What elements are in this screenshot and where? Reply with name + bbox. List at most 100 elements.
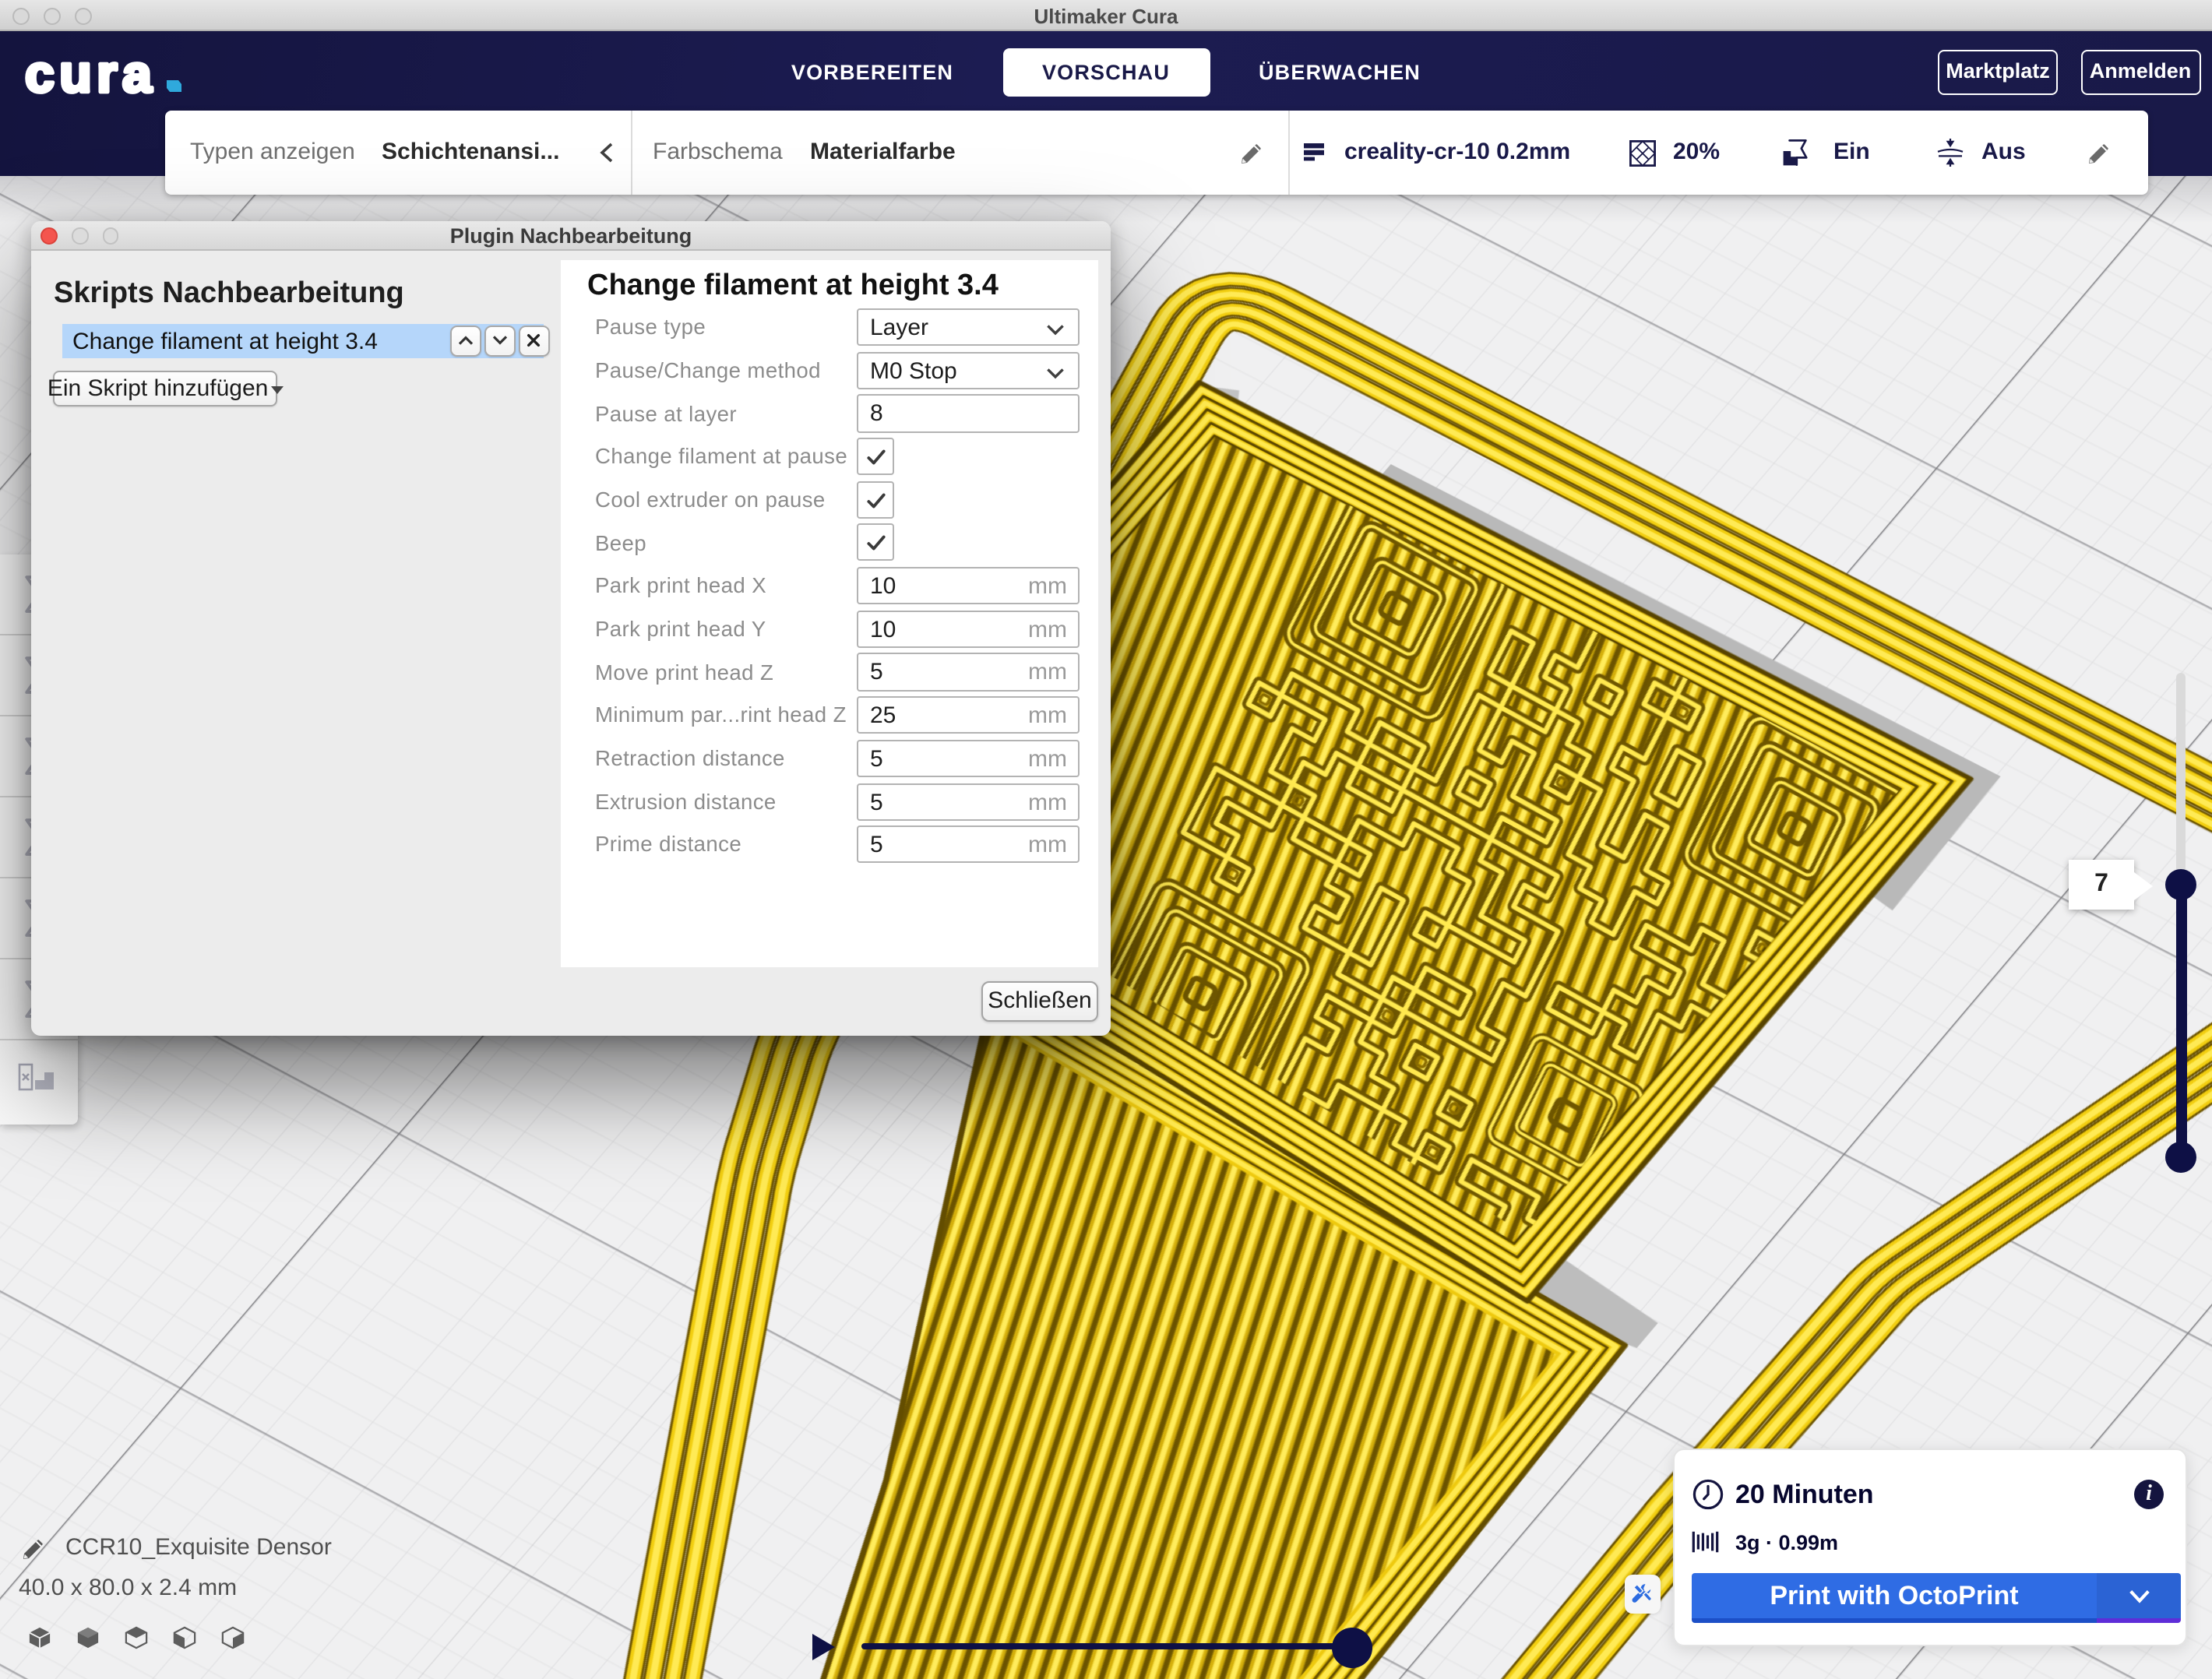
unit-label: mm	[1028, 746, 1067, 773]
layer-slider-range[interactable]	[2175, 885, 2186, 1157]
model-cube-icon[interactable]	[28, 1626, 51, 1649]
color-scheme-value[interactable]: Materialfarbe	[810, 111, 956, 194]
support-icon	[1781, 139, 1810, 167]
setting-label: Retraction distance	[595, 747, 785, 770]
chevron-left-icon[interactable]	[598, 142, 614, 164]
view-type-value[interactable]: Schichtenansi...	[382, 111, 559, 194]
layer-slider-lower-handle[interactable]	[2165, 1142, 2196, 1173]
signin-button[interactable]: Anmelden	[2080, 50, 2200, 95]
view-toolbar: Typen anzeigen Schichtenansi... Farbsche…	[165, 111, 2148, 194]
chevron-up-icon	[458, 336, 474, 347]
unit-label: mm	[1028, 617, 1067, 643]
scripts-heading: Skripts Nachbearbeitung	[54, 277, 404, 312]
setting-checkbox[interactable]	[856, 438, 893, 475]
tab-preview[interactable]: VORSCHAU	[1002, 48, 1210, 96]
remove-script-button[interactable]	[519, 326, 549, 356]
setting-label: Extrusion distance	[595, 790, 777, 813]
model-cube-icon[interactable]	[173, 1626, 196, 1649]
color-scheme-label: Farbschema	[653, 111, 783, 194]
pencil-icon[interactable]	[1240, 140, 1265, 165]
setting-label: Prime distance	[595, 833, 741, 857]
combo-value: M0 Stop	[870, 357, 957, 384]
setting-label: Cool extruder on pause	[595, 488, 826, 512]
play-icon[interactable]	[810, 1632, 837, 1662]
print-with-octoprint-button[interactable]: Print with OctoPrint	[1692, 1573, 2097, 1623]
unit-label: mm	[1028, 832, 1067, 858]
material-icon	[1692, 1528, 1721, 1556]
chevron-down-icon	[1045, 367, 1065, 379]
print-options-dropdown[interactable]	[2097, 1573, 2181, 1623]
layer-slider-track[interactable]	[2176, 673, 2186, 891]
input-value: 5	[870, 832, 883, 858]
setting-input[interactable]: 5 mm	[856, 825, 1080, 863]
cura-application-window: CCR10_Exquisite Densor 40.0 x 80.0 x 2.4…	[0, 0, 2212, 1679]
model-cube-icon[interactable]	[221, 1626, 245, 1649]
script-settings-panel: Change filament at height 3.4 Pause type…	[561, 260, 1098, 966]
dialog-titlebar[interactable]: Plugin Nachbearbeitung	[31, 221, 1111, 251]
setting-combobox[interactable]: M0 Stop	[856, 351, 1080, 389]
marketplace-button[interactable]: Marktplatz	[1938, 50, 2058, 95]
model-cube-icon[interactable]	[125, 1626, 148, 1649]
setting-label: Move print head Z	[595, 660, 773, 684]
chevron-down-icon	[492, 336, 508, 347]
dropdown-triangle-icon	[271, 386, 284, 394]
pencil-icon[interactable]	[2087, 140, 2112, 165]
model-cube-icon[interactable]	[76, 1626, 100, 1649]
setting-input[interactable]: 5mm	[856, 653, 1080, 691]
setting-checkbox[interactable]	[856, 524, 893, 561]
info-icon[interactable]: i	[2134, 1480, 2164, 1509]
checkmark-icon	[864, 445, 887, 469]
settings-heading: Change filament at height 3.4	[587, 269, 999, 304]
setting-input[interactable]: 5 mm	[856, 740, 1080, 777]
setting-label: Park print head Y	[595, 618, 766, 641]
layer-slider-upper-handle[interactable]	[2165, 869, 2196, 900]
input-value: 8	[870, 401, 883, 428]
input-value: 5	[870, 789, 883, 815]
view-type-label: Typen anzeigen	[190, 111, 355, 194]
svg-text:cura: cura	[25, 58, 157, 104]
tab-monitor[interactable]: ÜBERWACHEN	[1215, 48, 1464, 96]
timeline-handle[interactable]	[1332, 1628, 1372, 1668]
setting-input[interactable]: 10mm	[856, 611, 1080, 648]
post-processing-dialog: Plugin Nachbearbeitung Skripts Nachbearb…	[31, 221, 1111, 1036]
printer-profile[interactable]: creality-cr-10 0.2mm	[1344, 111, 1570, 194]
adjust-tools-button[interactable]	[1624, 1574, 1660, 1613]
move-script-down-button[interactable]	[484, 326, 515, 356]
unit-label: mm	[1028, 573, 1067, 600]
adhesion-icon	[1936, 139, 1964, 167]
setting-input[interactable]: 8	[856, 395, 1080, 432]
setting-label: Minimum par...rint head Z	[595, 704, 847, 727]
print-job-card: 20 Minuten i 3g · 0.99m Print with OctoP…	[1673, 1448, 2187, 1646]
chevron-down-icon	[1045, 324, 1065, 336]
checkmark-icon	[864, 488, 887, 512]
clock-icon	[1692, 1478, 1724, 1511]
setting-input[interactable]: 25mm	[856, 696, 1080, 734]
input-value: 5	[870, 660, 883, 686]
infill-value: 20%	[1673, 111, 1720, 194]
move-script-up-button[interactable]	[450, 326, 481, 356]
setting-label: Beep	[595, 531, 646, 554]
material-estimate: 3g · 0.99m	[1735, 1530, 1838, 1554]
macos-titlebar: Ultimaker Cura	[0, 0, 2212, 31]
add-script-button[interactable]: Ein Skript hinzufügen	[54, 370, 278, 407]
setting-input[interactable]: 10mm	[856, 567, 1080, 604]
setting-combobox[interactable]: Layer	[856, 308, 1080, 346]
left-toolbar-button-stats[interactable]	[0, 1040, 78, 1125]
object-name[interactable]: CCR10_Exquisite Densor	[65, 1534, 332, 1561]
timeline-track[interactable]	[861, 1642, 1352, 1649]
print-time-estimate: 20 Minuten	[1735, 1479, 1874, 1510]
support-value: Ein	[1833, 111, 1870, 194]
setting-checkbox[interactable]	[856, 480, 893, 518]
layer-stats-icon	[16, 1062, 62, 1103]
tab-prepare[interactable]: VORBEREITEN	[738, 48, 1006, 96]
setting-label: Pause at layer	[595, 402, 737, 425]
setting-label: Change filament at pause	[595, 445, 847, 468]
input-value: 25	[870, 702, 896, 729]
setting-input[interactable]: 5mm	[856, 783, 1080, 820]
setting-label: Park print head X	[595, 575, 766, 598]
layer-number-balloon: 7	[2069, 860, 2134, 910]
chevron-down-icon	[2127, 1588, 2150, 1603]
close-dialog-button[interactable]: Schließen	[981, 980, 1098, 1022]
input-value: 5	[870, 746, 883, 773]
pencil-icon[interactable]	[22, 1535, 47, 1560]
